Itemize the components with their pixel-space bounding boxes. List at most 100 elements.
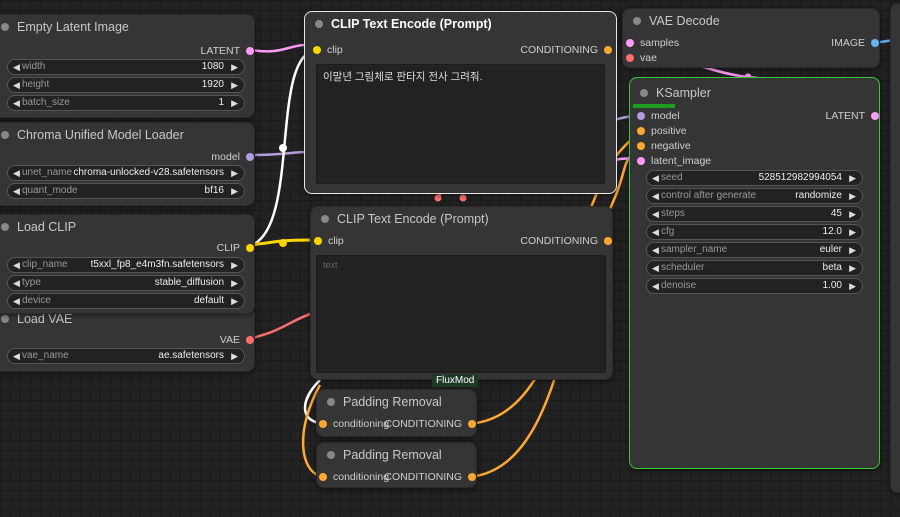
slot-dot-icon[interactable] — [319, 473, 327, 481]
node-title[interactable]: KSampler — [630, 81, 879, 105]
node-title[interactable]: CLIP Text Encode (Prompt) — [305, 12, 616, 36]
input-clip[interactable]: clip — [314, 234, 344, 248]
output-conditioning[interactable]: CONDITIONING — [384, 470, 476, 484]
slot-dot-icon[interactable] — [246, 47, 254, 55]
arrow-left-icon[interactable]: ◀ — [652, 225, 659, 239]
arrow-right-icon[interactable]: ▶ — [849, 261, 856, 275]
prompt-textarea[interactable]: text — [316, 255, 606, 373]
arrow-right-icon[interactable]: ▶ — [231, 78, 238, 92]
output-conditioning[interactable]: CONDITIONING — [520, 43, 612, 57]
input-clip[interactable]: clip — [313, 43, 343, 57]
node-save-image-partial[interactable] — [890, 3, 900, 493]
arrow-right-icon[interactable]: ▶ — [849, 171, 856, 185]
slot-dot-icon[interactable] — [468, 420, 476, 428]
slot-dot-icon[interactable] — [871, 39, 879, 47]
widget-seed[interactable]: ◀ seed 528512982994054 ▶ — [646, 170, 863, 186]
node-clip-text-encode-positive[interactable]: CLIP Text Encode (Prompt) clip CONDITION… — [304, 11, 617, 194]
output-image[interactable]: IMAGE — [831, 36, 879, 50]
node-title[interactable]: CLIP Text Encode (Prompt) — [311, 207, 612, 231]
slot-dot-icon[interactable] — [468, 473, 476, 481]
collapse-dot-icon[interactable] — [640, 89, 648, 97]
collapse-dot-icon[interactable] — [1, 315, 9, 323]
collapse-dot-icon[interactable] — [633, 17, 641, 25]
collapse-dot-icon[interactable] — [327, 398, 335, 406]
widget-batch-size[interactable]: ◀ batch_size 1 ▶ — [7, 95, 245, 111]
slot-dot-icon[interactable] — [626, 39, 634, 47]
output-latent[interactable]: LATENT — [826, 109, 879, 123]
node-padding-removal-2[interactable]: Padding Removal conditioning CONDITIONIN… — [316, 442, 477, 488]
output-conditioning[interactable]: CONDITIONING — [384, 417, 476, 431]
arrow-left-icon[interactable]: ◀ — [13, 258, 20, 272]
node-title[interactable]: Padding Removal — [317, 390, 476, 414]
node-ksampler[interactable]: KSampler model positive negative latent_… — [629, 77, 880, 469]
slot-dot-icon[interactable] — [313, 46, 321, 54]
node-empty-latent-image[interactable]: Empty Latent Image LATENT ◀ width 1080 ▶ ◀ h… — [0, 14, 255, 118]
input-model[interactable]: model — [637, 109, 680, 123]
widget-cfg[interactable]: ◀ cfg 12.0 ▶ — [646, 224, 863, 240]
slot-dot-icon[interactable] — [637, 142, 645, 150]
arrow-left-icon[interactable]: ◀ — [13, 60, 20, 74]
slot-dot-icon[interactable] — [246, 336, 254, 344]
slot-dot-icon[interactable] — [604, 46, 612, 54]
node-title[interactable]: VAE Decode — [623, 9, 879, 33]
arrow-right-icon[interactable]: ▶ — [849, 243, 856, 257]
node-title[interactable]: Padding Removal — [317, 443, 476, 467]
arrow-left-icon[interactable]: ◀ — [652, 207, 659, 221]
slot-dot-icon[interactable] — [637, 112, 645, 120]
widget-denoise[interactable]: ◀ denoise 1.00 ▶ — [646, 278, 863, 294]
node-clip-text-encode-negative[interactable]: CLIP Text Encode (Prompt) clip CONDITION… — [310, 206, 613, 380]
output-clip[interactable]: CLIP — [217, 241, 254, 255]
widget-scheduler[interactable]: ◀ scheduler beta ▶ — [646, 260, 863, 276]
widget-clip-name[interactable]: ◀ clip_name t5xxl_fp8_e4m3fn.safetensors ▶ — [7, 257, 245, 273]
widget-steps[interactable]: ◀ steps 45 ▶ — [646, 206, 863, 222]
arrow-left-icon[interactable]: ◀ — [13, 78, 20, 92]
slot-dot-icon[interactable] — [626, 54, 634, 62]
widget-type[interactable]: ◀ type stable_diffusion ▶ — [7, 275, 245, 291]
widget-device[interactable]: ◀ device default ▶ — [7, 293, 245, 309]
node-padding-removal-1[interactable]: Padding Removal conditioning CONDITIONIN… — [316, 389, 477, 437]
widget-control-after-generate[interactable]: ◀ control after generate randomize ▶ — [646, 188, 863, 204]
collapse-dot-icon[interactable] — [1, 131, 9, 139]
node-vae-decode[interactable]: VAE Decode samples vae IMAGE — [622, 8, 880, 68]
widget-unet-name[interactable]: ◀ unet_name chroma-unlocked-v28.safetensor… — [7, 165, 245, 181]
widget-sampler-name[interactable]: ◀ sampler_name euler ▶ — [646, 242, 863, 258]
arrow-right-icon[interactable]: ▶ — [849, 207, 856, 221]
collapse-dot-icon[interactable] — [1, 223, 9, 231]
arrow-left-icon[interactable]: ◀ — [13, 276, 20, 290]
arrow-right-icon[interactable]: ▶ — [231, 166, 238, 180]
slot-dot-icon[interactable] — [246, 153, 254, 161]
input-latent-image[interactable]: latent_image — [637, 154, 711, 168]
arrow-right-icon[interactable]: ▶ — [231, 276, 238, 290]
arrow-right-icon[interactable]: ▶ — [231, 258, 238, 272]
arrow-left-icon[interactable]: ◀ — [13, 166, 20, 180]
widget-quant-mode[interactable]: ◀ quant_mode bf16 ▶ — [7, 183, 245, 199]
widget-vae-name[interactable]: ◀ vae_name ae.safetensors ▶ — [7, 348, 245, 364]
input-samples[interactable]: samples — [626, 36, 679, 50]
node-title[interactable]: Chroma Unified Model Loader — [0, 123, 254, 147]
slot-dot-icon[interactable] — [319, 420, 327, 428]
output-conditioning[interactable]: CONDITIONING — [520, 234, 612, 248]
arrow-left-icon[interactable]: ◀ — [652, 261, 659, 275]
input-positive[interactable]: positive — [637, 124, 687, 138]
output-model[interactable]: model — [211, 150, 254, 164]
output-latent[interactable]: LATENT — [201, 44, 254, 58]
collapse-dot-icon[interactable] — [321, 215, 329, 223]
arrow-left-icon[interactable]: ◀ — [652, 243, 659, 257]
node-load-vae[interactable]: Load VAE VAE ◀ vae_name ae.safetensors ▶ — [0, 306, 255, 372]
arrow-right-icon[interactable]: ▶ — [231, 60, 238, 74]
input-conditioning[interactable]: conditioning — [319, 470, 389, 484]
slot-dot-icon[interactable] — [604, 237, 612, 245]
arrow-right-icon[interactable]: ▶ — [231, 184, 238, 198]
slot-dot-icon[interactable] — [637, 157, 645, 165]
slot-dot-icon[interactable] — [637, 127, 645, 135]
widget-height[interactable]: ◀ height 1920 ▶ — [7, 77, 245, 93]
arrow-left-icon[interactable]: ◀ — [652, 171, 659, 185]
slot-dot-icon[interactable] — [314, 237, 322, 245]
slot-dot-icon[interactable] — [871, 112, 879, 120]
arrow-right-icon[interactable]: ▶ — [849, 279, 856, 293]
arrow-left-icon[interactable]: ◀ — [652, 279, 659, 293]
node-chroma-model-loader[interactable]: Chroma Unified Model Loader model ◀ unet_… — [0, 122, 255, 206]
collapse-dot-icon[interactable] — [315, 20, 323, 28]
arrow-right-icon[interactable]: ▶ — [231, 349, 238, 363]
node-title[interactable]: Empty Latent Image — [0, 15, 254, 39]
